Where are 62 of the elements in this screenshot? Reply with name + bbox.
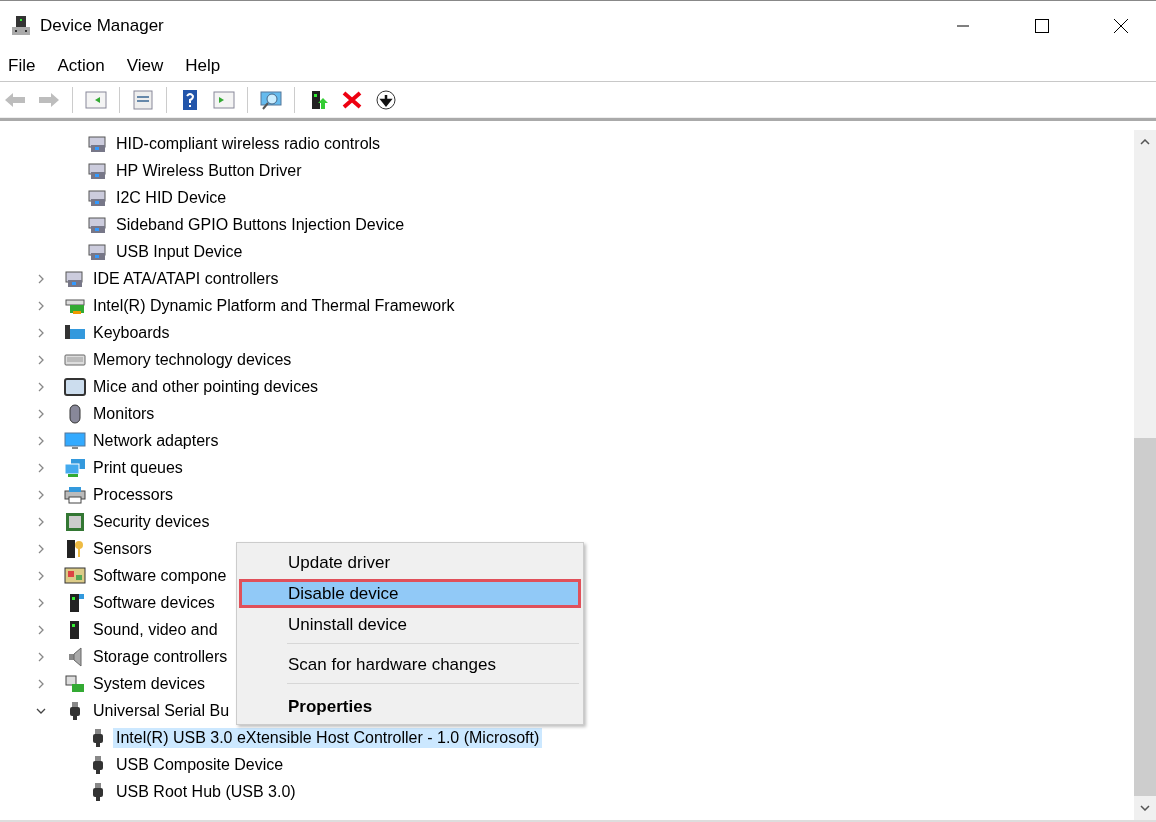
context-menu-item[interactable]: Uninstall device: [239, 610, 581, 639]
tree-item[interactable]: Monitors: [90, 403, 158, 424]
tree-item[interactable]: Storage controllers: [90, 646, 231, 667]
menu-item[interactable]: Help: [179, 56, 227, 76]
processor-icon: [64, 511, 86, 532]
hid-icon: [87, 187, 109, 208]
tree-item[interactable]: Universal Serial Bu: [90, 700, 233, 721]
tree-item[interactable]: Sound, video and: [90, 619, 221, 640]
scroll-thumb[interactable]: [1134, 438, 1156, 796]
tree-item[interactable]: HP Wireless Button Driver: [113, 160, 305, 181]
tree-item[interactable]: Software compone: [90, 565, 230, 586]
menu-item[interactable]: View: [120, 56, 170, 76]
device-manager-icon: [10, 16, 32, 36]
context-menu-item[interactable]: Disable device: [239, 579, 581, 608]
printer-icon: [64, 484, 86, 505]
context-menu-item[interactable]: Scan for hardware changes: [239, 650, 581, 679]
monitor-icon: [64, 430, 86, 451]
menu-item[interactable]: Action: [51, 56, 111, 76]
tree-item[interactable]: HID-compliant wireless radio controls: [113, 133, 384, 154]
key-icon: [64, 538, 86, 559]
back-arrow-icon: [4, 90, 26, 110]
storage-icon: [64, 673, 86, 694]
tree-item[interactable]: Security devices: [90, 511, 213, 532]
tree-item[interactable]: Intel(R) Dynamic Platform and Thermal Framework: [90, 295, 458, 316]
tree-item[interactable]: USB Composite Device: [113, 754, 287, 775]
tree-item[interactable]: Memory technology devices: [90, 349, 295, 370]
menu-item[interactable]: File: [2, 56, 42, 76]
tree-item[interactable]: Processors: [90, 484, 177, 505]
network-icon: [64, 457, 86, 478]
tree-item[interactable]: USB Input Device: [113, 241, 246, 262]
tree-item[interactable]: Software devices: [90, 592, 218, 613]
tree-item[interactable]: Intel(R) USB 3.0 eXtensible Host Controller - 1.0 (Microsoft): [113, 727, 543, 748]
maximize-icon: [1034, 19, 1049, 33]
tree-item[interactable]: Mice and other pointing devices: [90, 376, 322, 397]
context-menu-item[interactable]: Update driver: [239, 548, 581, 577]
tree-pane-icon: [85, 90, 107, 110]
hid-icon: [87, 241, 109, 262]
action-pane-icon: [213, 90, 235, 110]
tree-item[interactable]: System devices: [90, 673, 209, 694]
hid-icon: [87, 214, 109, 235]
cross-icon: [341, 90, 363, 110]
hid-icon: [64, 268, 86, 289]
tree-item[interactable]: Print queues: [90, 457, 186, 478]
hid-icon: [87, 160, 109, 181]
vertical-scrollbar[interactable]: [1134, 130, 1156, 820]
sensor-icon: [64, 565, 86, 586]
memory-card-icon: [64, 376, 86, 397]
tree-item[interactable]: IDE ATA/ATAPI controllers: [90, 268, 282, 289]
tree-item[interactable]: I2C HID Device: [113, 187, 230, 208]
forward-arrow-icon: [38, 90, 60, 110]
monitor-search-icon: [260, 90, 282, 110]
tree-item[interactable]: USB Root Hub (USB 3.0): [113, 781, 299, 802]
properties-icon: [132, 90, 154, 110]
tree-item[interactable]: Sideband GPIO Buttons Injection Device: [113, 214, 408, 235]
tree-item[interactable]: Keyboards: [90, 322, 173, 343]
close-icon: [1113, 19, 1128, 33]
hid-icon: [87, 133, 109, 154]
down-arrow-circle-icon: [375, 90, 397, 110]
tree-item[interactable]: Network adapters: [90, 430, 222, 451]
window-title: Device Manager: [40, 16, 165, 36]
context-menu-item[interactable]: Properties: [239, 692, 581, 721]
tree-item[interactable]: Sensors: [90, 538, 155, 559]
